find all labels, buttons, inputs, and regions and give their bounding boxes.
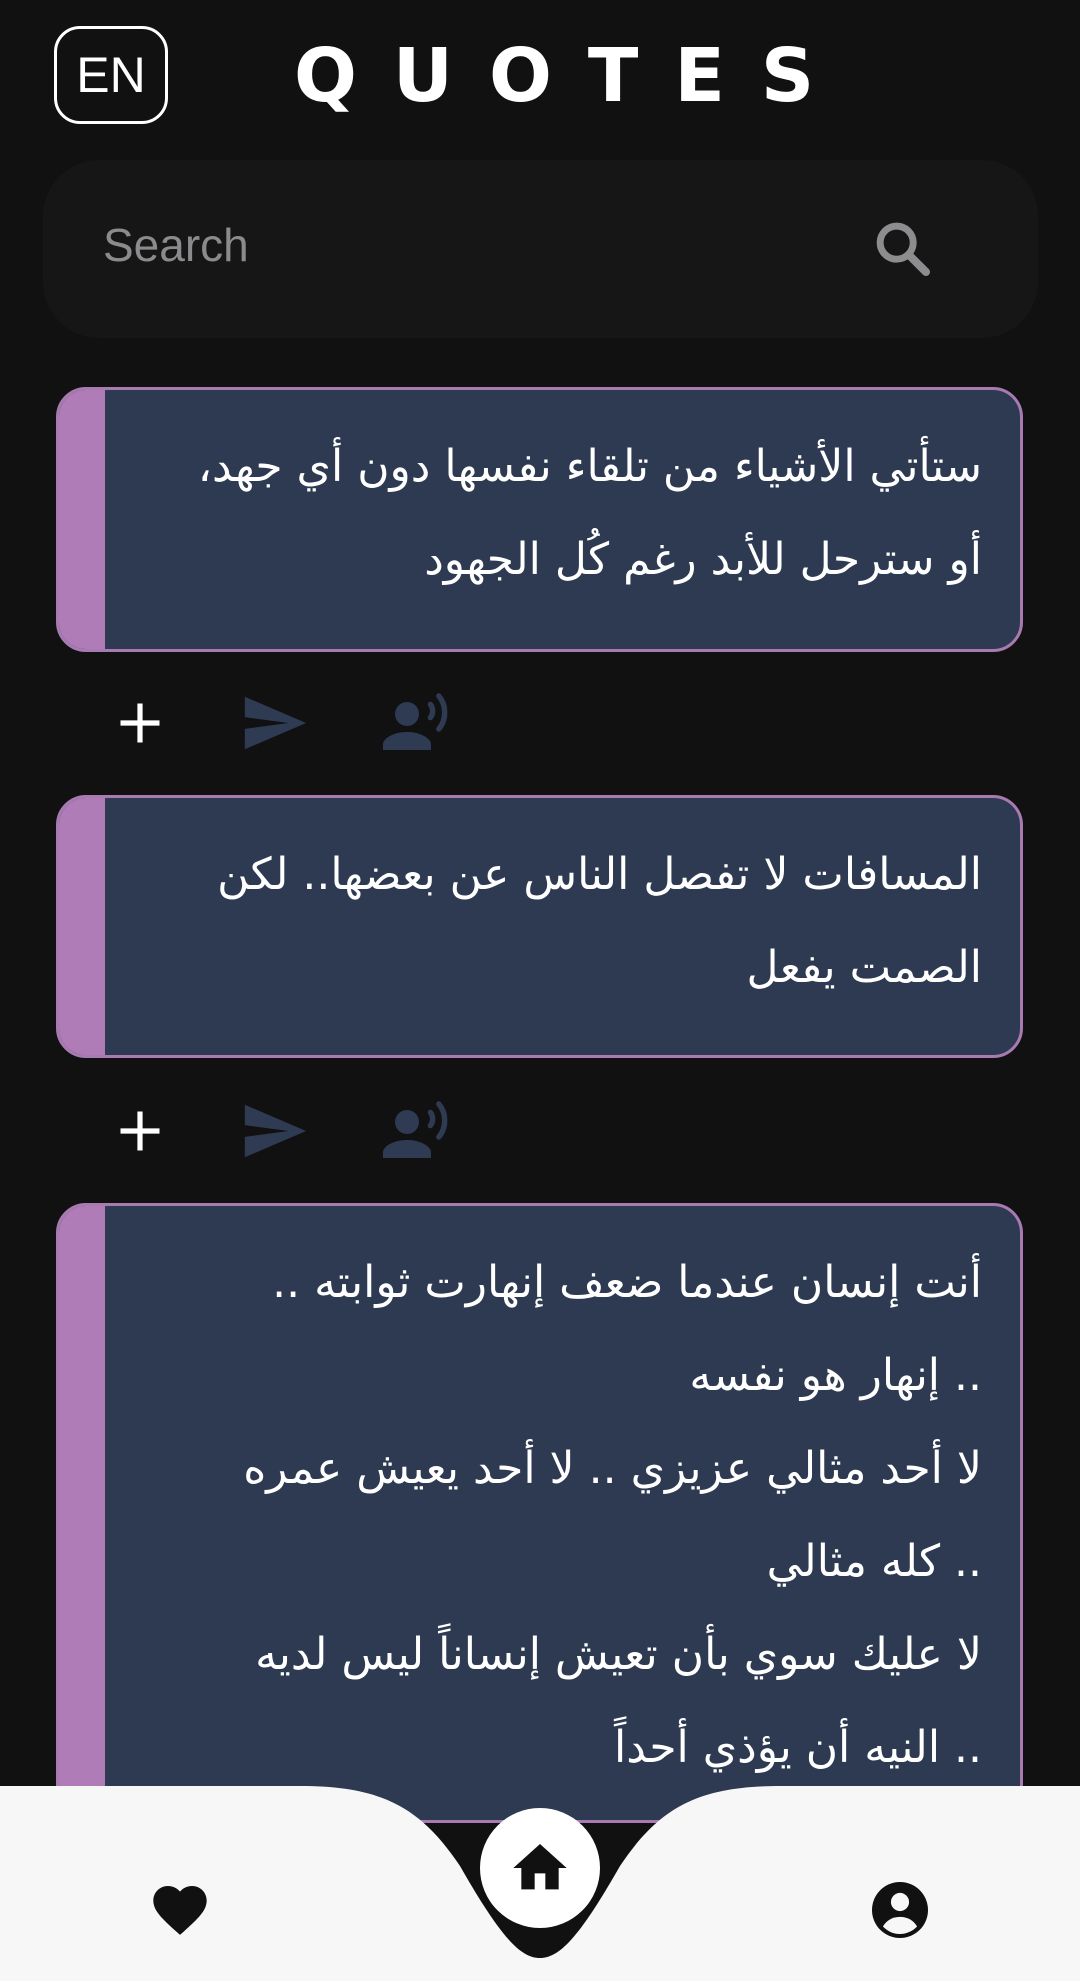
add-button[interactable] [100,683,180,763]
profile-icon [872,1882,928,1938]
quote-text: أنت إنسان عندما ضعف إنهارت ثوابته .. .. … [243,1257,982,1773]
share-button[interactable] [234,683,314,763]
quote-card[interactable]: ستأتي الأشياء من تلقاء نفسها دون أي جهد،… [56,387,1023,652]
plus-icon [120,1111,160,1151]
read-aloud-button[interactable] [376,683,456,763]
share-button[interactable] [234,1091,314,1171]
quote-actions [100,683,500,763]
voice-icon [383,1101,448,1158]
quote-card[interactable]: أنت إنسان عندما ضعف إنهارت ثوابته .. .. … [56,1203,1023,1823]
quote-accent-bar [59,390,105,649]
heart-icon [153,1886,207,1935]
search-input[interactable] [103,200,803,290]
bottom-navigation [0,1786,1080,1981]
home-icon [513,1844,567,1890]
profile-nav-button[interactable] [860,1870,940,1950]
app-root: EN QUOTES ستأتي الأشياء من تلقاء نفسها د… [0,0,1080,1981]
quote-card[interactable]: المسافات لا تفصل الناس عن بعضها.. لكن ال… [56,795,1023,1058]
quote-text: المسافات لا تفصل الناس عن بعضها.. لكن ال… [217,849,982,993]
quote-accent-bar [59,798,105,1055]
send-icon [244,1104,307,1158]
plus-icon [120,703,160,743]
favorites-nav-button[interactable] [140,1870,220,1950]
quote-text: ستأتي الأشياء من تلقاء نفسها دون أي جهد،… [197,441,982,585]
quote-actions [100,1091,500,1171]
search-icon[interactable] [870,216,934,280]
add-button[interactable] [100,1091,180,1171]
language-toggle-button[interactable]: EN [54,26,168,124]
send-icon [244,696,307,750]
app-title: QUOTES [294,33,851,119]
read-aloud-button[interactable] [376,1091,456,1171]
home-nav-button[interactable] [480,1808,600,1928]
quote-accent-bar [59,1206,105,1820]
voice-icon [383,693,448,750]
